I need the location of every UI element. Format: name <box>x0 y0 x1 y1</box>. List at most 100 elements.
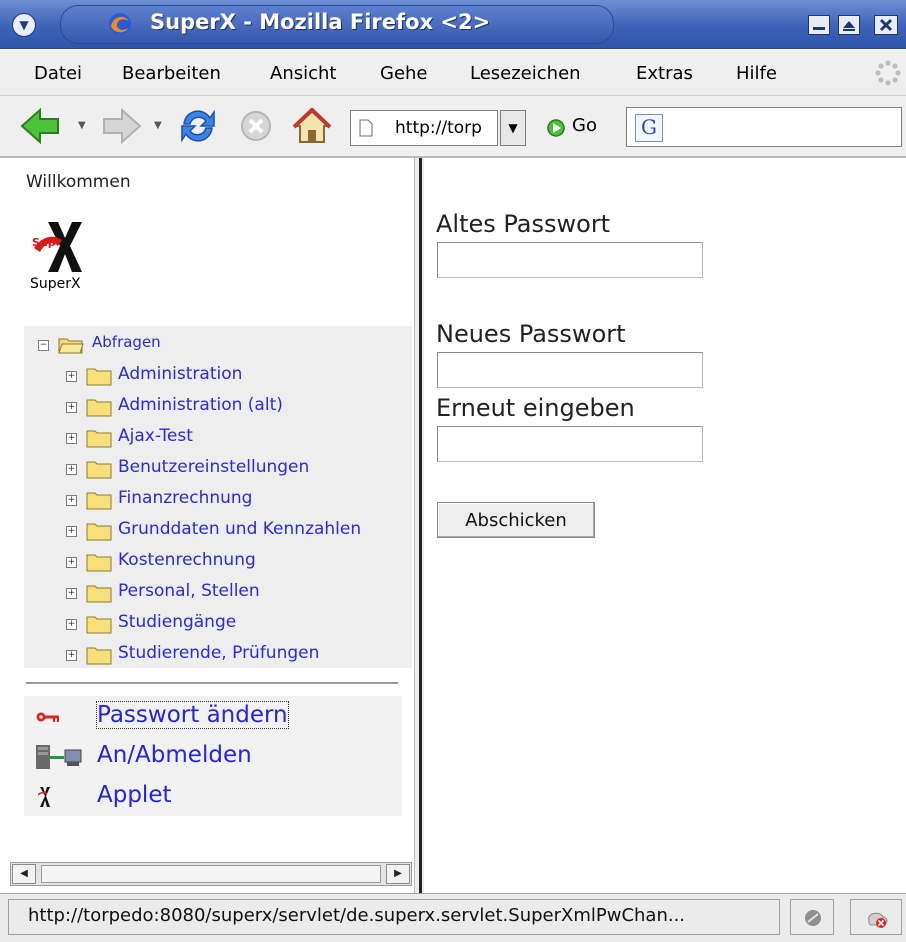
tree-item-label[interactable]: Administration (alt) <box>118 395 283 415</box>
repeat-password-field[interactable] <box>437 426 703 462</box>
forward-arrow-icon[interactable] <box>100 104 144 148</box>
tree-item[interactable]: + Studiengänge <box>62 610 392 636</box>
key-icon <box>36 712 59 722</box>
new-password-label: Neues Passwort <box>436 320 626 348</box>
search-box[interactable]: G <box>626 107 902 147</box>
status-security-cell[interactable] <box>790 899 834 935</box>
new-password-field[interactable] <box>437 352 703 388</box>
tree-item[interactable]: + Benutzereinstellungen <box>62 455 392 481</box>
tree-root[interactable]: − Abfragen <box>36 331 236 357</box>
chevron-down-icon: ▼ <box>508 121 518 135</box>
window-menu-button[interactable]: ▼ <box>12 13 36 37</box>
expand-icon[interactable]: + <box>66 588 77 599</box>
stop-icon[interactable] <box>234 104 278 148</box>
maximize-icon <box>843 21 855 31</box>
logo-caption: SuperX <box>30 276 81 292</box>
minimize-icon <box>813 27 825 30</box>
superx-applet-icon <box>38 787 50 807</box>
maximize-button[interactable] <box>838 15 860 35</box>
tree-item-label[interactable]: Studierende, Prüfungen <box>118 643 319 663</box>
forward-dropdown-icon[interactable]: ▼ <box>154 120 162 131</box>
back-dropdown-icon[interactable]: ▼ <box>78 120 86 131</box>
folder-icon <box>86 647 112 665</box>
folder-icon <box>86 523 112 541</box>
scroll-right-button[interactable]: ▶ <box>386 864 410 884</box>
folder-icon <box>86 461 112 479</box>
minimize-button[interactable] <box>808 15 830 35</box>
expand-icon[interactable]: + <box>66 402 77 413</box>
folder-icon <box>86 554 112 572</box>
horizontal-scrollbar[interactable]: ◀ ▶ <box>10 862 412 886</box>
divider <box>26 682 398 684</box>
tree-item-label[interactable]: Studiengänge <box>118 612 236 632</box>
offline-icon <box>868 912 888 928</box>
menu-hilfe[interactable]: Hilfe <box>736 63 777 84</box>
url-bar[interactable]: http://torp <box>350 110 498 146</box>
tree-item-label[interactable]: Personal, Stellen <box>118 581 260 601</box>
expand-icon[interactable]: + <box>66 464 77 475</box>
login-link-row[interactable]: An/Abmelden <box>34 742 304 778</box>
tree-item[interactable]: + Finanzrechnung <box>62 486 392 512</box>
tree-item-label[interactable]: Ajax-Test <box>118 426 193 446</box>
tree-item-label[interactable]: Grunddaten und Kennzahlen <box>118 519 361 539</box>
close-icon <box>879 18 893 32</box>
tree-root-label[interactable]: Abfragen <box>92 333 161 351</box>
tree-item[interactable]: + Ajax-Test <box>62 424 392 450</box>
go-icon[interactable] <box>546 118 566 138</box>
submit-button[interactable]: Abschicken <box>437 502 595 538</box>
expand-icon[interactable]: + <box>66 619 77 630</box>
url-dropdown-button[interactable]: ▼ <box>500 110 526 146</box>
reload-icon[interactable] <box>176 104 220 148</box>
menu-bearbeiten[interactable]: Bearbeiten <box>122 63 221 84</box>
expand-icon[interactable]: + <box>66 433 77 444</box>
status-connection-cell[interactable] <box>850 899 902 935</box>
arrow-left-icon: ◀ <box>20 868 28 879</box>
window-title: SuperX - Mozilla Firefox <2> <box>150 10 491 34</box>
scroll-thumb[interactable] <box>41 865 381 883</box>
welcome-text: Willkommen <box>26 172 131 192</box>
tree-item[interactable]: + Administration (alt) <box>62 393 392 419</box>
frame-resize-divider[interactable] <box>414 158 424 893</box>
scroll-left-button[interactable]: ◀ <box>12 864 36 884</box>
firefox-icon <box>109 13 131 35</box>
password-change-link-row[interactable]: Passwort ändern <box>36 701 306 738</box>
home-icon[interactable] <box>290 104 334 148</box>
tree-item-label[interactable]: Kostenrechnung <box>118 550 256 570</box>
expand-icon[interactable]: + <box>66 557 77 568</box>
tree-item-label[interactable]: Finanzrechnung <box>118 488 252 508</box>
close-button[interactable] <box>874 15 898 35</box>
menu-gehe[interactable]: Gehe <box>380 63 428 84</box>
expand-icon[interactable]: + <box>66 495 77 506</box>
status-text: http://torpedo:8080/superx/servlet/de.su… <box>28 905 686 926</box>
expand-icon[interactable]: + <box>66 650 77 661</box>
tree-item[interactable]: + Studierende, Prüfungen <box>62 641 392 667</box>
expand-icon[interactable]: + <box>66 526 77 537</box>
svg-text:Sup: Sup <box>32 236 56 249</box>
tree-item-label[interactable]: Benutzereinstellungen <box>118 457 309 477</box>
login-link[interactable]: An/Abmelden <box>97 742 252 768</box>
folder-icon <box>86 399 112 417</box>
menu-datei[interactable]: Datei <box>34 63 82 84</box>
tree-item[interactable]: + Kostenrechnung <box>62 548 392 574</box>
google-search-icon[interactable]: G <box>635 114 663 142</box>
go-button[interactable]: Go <box>572 115 597 136</box>
old-password-field[interactable] <box>437 242 703 278</box>
back-arrow-icon[interactable] <box>18 104 62 148</box>
collapse-icon[interactable]: − <box>38 340 49 351</box>
tree-item[interactable]: + Grunddaten und Kennzahlen <box>62 517 402 543</box>
menu-lesezeichen[interactable]: Lesezeichen <box>470 63 581 84</box>
menu-extras[interactable]: Extras <box>636 63 693 84</box>
chevron-down-icon: ▼ <box>19 18 29 32</box>
throbber-icon <box>875 60 901 86</box>
applet-link[interactable]: Applet <box>97 782 172 808</box>
folder-icon <box>86 585 112 603</box>
menu-ansicht[interactable]: Ansicht <box>270 63 336 84</box>
folder-icon <box>86 492 112 510</box>
tree-item[interactable]: + Administration <box>62 362 392 388</box>
tree-item-label[interactable]: Administration <box>118 364 242 384</box>
expand-icon[interactable]: + <box>66 371 77 382</box>
password-change-link[interactable]: Passwort ändern <box>96 701 289 729</box>
applet-link-row[interactable]: Applet <box>36 782 236 818</box>
old-password-label: Altes Passwort <box>436 210 611 238</box>
tree-item[interactable]: + Personal, Stellen <box>62 579 392 605</box>
